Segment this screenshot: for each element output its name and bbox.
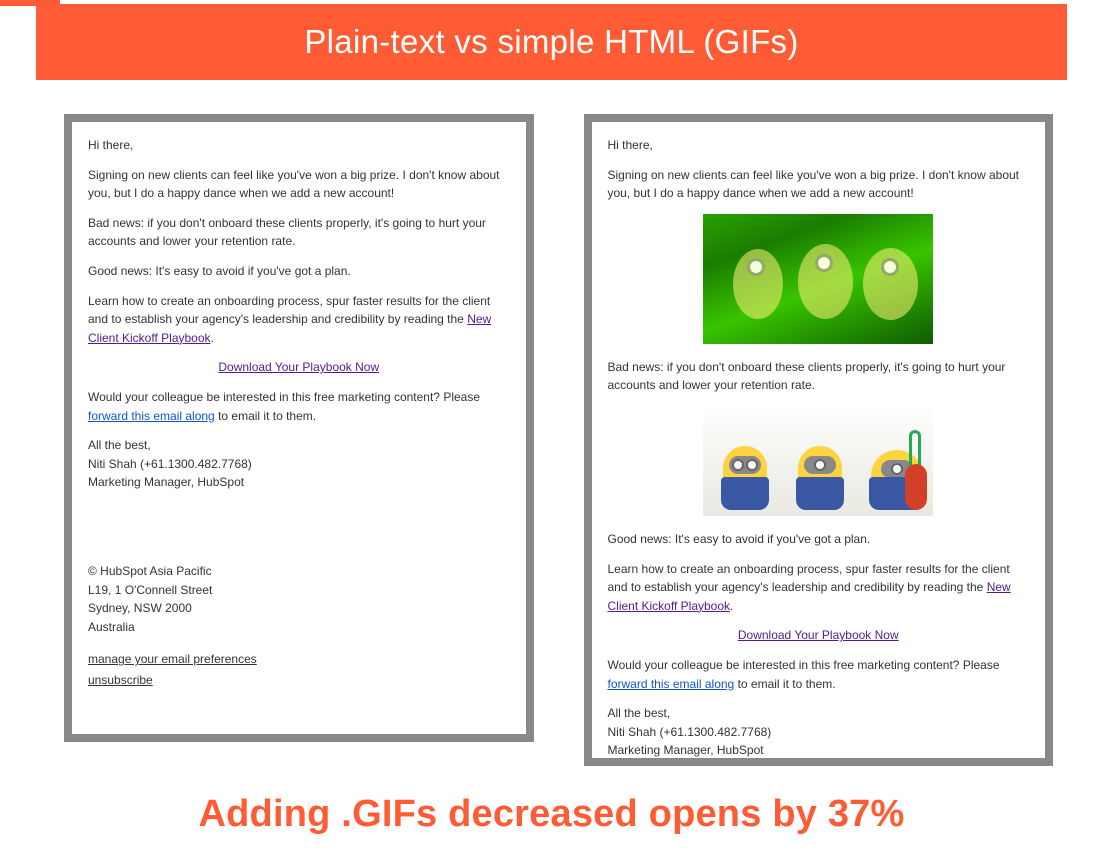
email-html-panel: Hi there, Signing on new clients can fee… xyxy=(584,114,1054,766)
footer-links: manage your email preferences unsubscrib… xyxy=(88,650,510,689)
address-line: © HubSpot Asia Pacific xyxy=(88,562,510,581)
address-line: Australia xyxy=(88,618,510,637)
text: to email it to them. xyxy=(734,677,835,691)
footer-block: © HubSpot Asia Pacific L19, 1 O'Connell … xyxy=(88,562,510,690)
forward-link[interactable]: forward this email along xyxy=(608,677,735,691)
paragraph: Would your colleague be interested in th… xyxy=(88,388,510,425)
paragraph: Learn how to create an onboarding proces… xyxy=(88,292,510,348)
text: Learn how to create an onboarding proces… xyxy=(88,294,490,327)
text: to email it to them. xyxy=(215,409,316,423)
email-plaintext-panel: Hi there, Signing on new clients can fee… xyxy=(64,114,534,742)
text: Would your colleague be interested in th… xyxy=(88,390,480,404)
signature-line: Marketing Manager, HubSpot xyxy=(608,741,1030,760)
address-line: Sydney, NSW 2000 xyxy=(88,599,510,618)
paragraph: Learn how to create an onboarding proces… xyxy=(608,560,1030,616)
email-comparison-row: Hi there, Signing on new clients can fee… xyxy=(64,114,1053,766)
minions-cheering-gif-icon xyxy=(703,214,933,344)
manage-preferences-link[interactable]: manage your email preferences xyxy=(88,650,510,669)
unsubscribe-link[interactable]: unsubscribe xyxy=(88,671,510,690)
signature-line: All the best, xyxy=(608,704,1030,723)
paragraph: Bad news: if you don't onboard these cli… xyxy=(88,214,510,251)
signature-line: Niti Shah (+61.1300.482.7768) xyxy=(608,723,1030,742)
slide-conclusion: Adding .GIFs decreased opens by 37% xyxy=(0,793,1103,836)
paragraph: Would your colleague be interested in th… xyxy=(608,656,1030,693)
text: Learn how to create an onboarding proces… xyxy=(608,562,1010,595)
signature-line: All the best, xyxy=(88,436,510,455)
address-line: L19, 1 O'Connell Street xyxy=(88,581,510,600)
paragraph: Good news: It's easy to avoid if you've … xyxy=(608,530,1030,549)
signature-line: Niti Shah (+61.1300.482.7768) xyxy=(88,455,510,474)
text: Would your colleague be interested in th… xyxy=(608,658,1000,672)
paragraph: Good news: It's easy to avoid if you've … xyxy=(88,262,510,281)
signature-line: Marketing Manager, HubSpot xyxy=(88,473,510,492)
slide-title-bar: Plain-text vs simple HTML (GIFs) xyxy=(36,4,1067,80)
download-cta-link[interactable]: Download Your Playbook Now xyxy=(218,360,379,374)
text: . xyxy=(730,599,733,613)
greeting: Hi there, xyxy=(608,136,1030,155)
cta-row: Download Your Playbook Now xyxy=(608,626,1030,645)
paragraph: Signing on new clients can feel like you… xyxy=(608,166,1030,203)
slide-title: Plain-text vs simple HTML (GIFs) xyxy=(304,23,798,61)
download-cta-link[interactable]: Download Your Playbook Now xyxy=(738,628,899,642)
minions-alarm-gif-icon xyxy=(703,406,933,516)
forward-link[interactable]: forward this email along xyxy=(88,409,215,423)
paragraph: Bad news: if you don't onboard these cli… xyxy=(608,358,1030,395)
text: . xyxy=(211,331,214,345)
cta-row: Download Your Playbook Now xyxy=(88,358,510,377)
paragraph: Signing on new clients can feel like you… xyxy=(88,166,510,203)
greeting: Hi there, xyxy=(88,136,510,155)
